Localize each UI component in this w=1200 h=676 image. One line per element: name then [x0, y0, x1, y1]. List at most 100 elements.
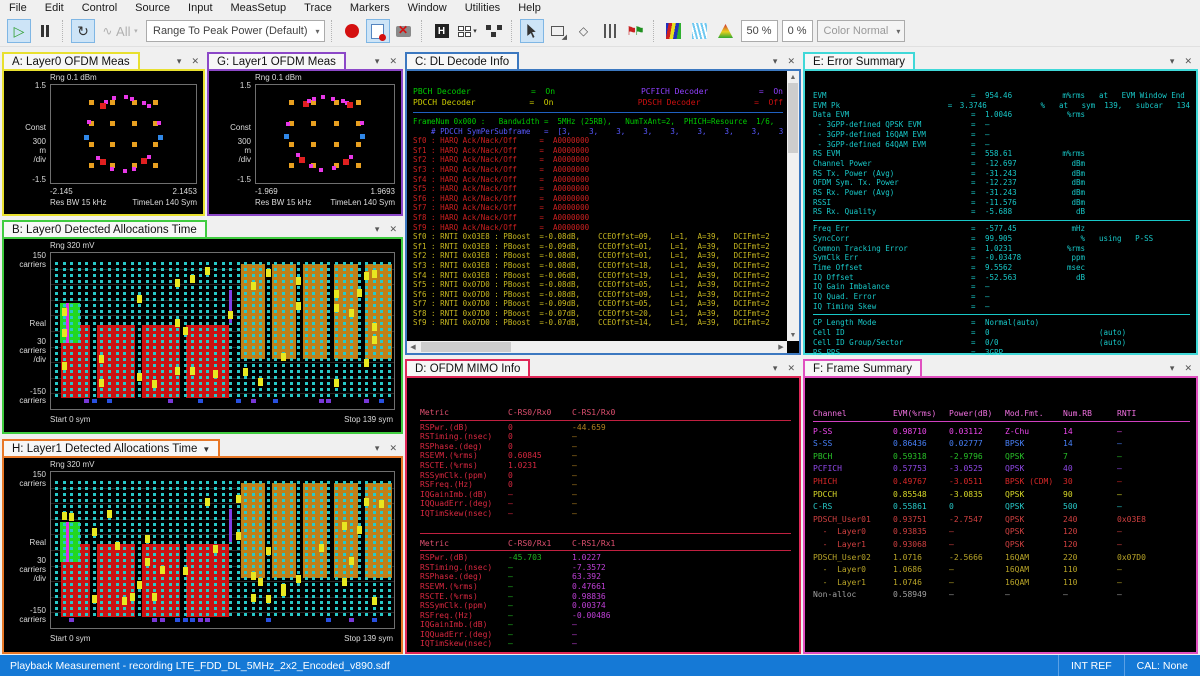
metric-unit — [1043, 318, 1085, 328]
panel-c-tab[interactable]: C: DL Decode Info — [405, 52, 519, 69]
res-bw-label: Res BW 15 kHz — [255, 198, 311, 207]
menu-item-markers[interactable]: Markers — [341, 0, 399, 16]
panel-g-header[interactable]: G: Layer1 OFDM Meas ▾ ✕ — [207, 49, 403, 69]
panel-d-close-button[interactable]: ✕ — [787, 364, 795, 373]
harq-line: Sf1 : HARQ Ack/Nack/Off = A0000000 — [413, 146, 783, 156]
constellation-plot[interactable] — [255, 84, 395, 184]
cumulative-history-button[interactable] — [714, 19, 738, 43]
menu-item-trace[interactable]: Trace — [295, 0, 341, 16]
panel-e-tab[interactable]: E: Error Summary — [803, 52, 915, 69]
panel-c-header[interactable]: C: DL Decode Info ▾ ✕ — [405, 49, 801, 69]
crs-stripe — [55, 262, 58, 399]
panel-d-minimize-button[interactable]: ▾ — [773, 364, 778, 373]
menu-item-file[interactable]: File — [0, 0, 36, 16]
panel-a-tab[interactable]: A: Layer0 OFDM Meas — [2, 52, 140, 69]
y-axis-top-unit: carriers — [6, 479, 46, 488]
overlap-box[interactable]: 0 % — [782, 20, 813, 42]
allocations-plot[interactable] — [50, 471, 395, 629]
panel-b-tab[interactable]: B: Layer0 Detected Allocations Time — [2, 220, 207, 237]
channel-cell: 16QAM — [1005, 577, 1063, 590]
panel-f-minimize-button[interactable]: ▾ — [1170, 364, 1175, 373]
mimo-table-row: RSPhase.(deg)0— — [420, 442, 791, 452]
panel-e-close-button[interactable]: ✕ — [1184, 57, 1192, 66]
allocations-plot[interactable] — [50, 252, 395, 410]
panel-h-tab[interactable]: H: Layer1 Detected Allocations Time▼ — [2, 439, 220, 456]
menu-item-control[interactable]: Control — [73, 0, 126, 16]
transparency-box[interactable]: 50 % — [741, 20, 778, 42]
spectrogram-button[interactable] — [662, 19, 686, 43]
panel-b-minimize-button[interactable]: ▾ — [375, 225, 380, 234]
horizontal-scrollbar[interactable]: ◀ ▶ — [407, 341, 787, 353]
panel-a-close-button[interactable]: ✕ — [191, 57, 199, 66]
metric-extra: using P-SS — [1099, 234, 1153, 244]
metric-value: -7.3572 — [572, 563, 606, 573]
record-button[interactable] — [340, 19, 364, 43]
constellation-plot[interactable] — [50, 84, 197, 184]
menu-item-help[interactable]: Help — [509, 0, 550, 16]
panel-e-header[interactable]: E: Error Summary ▾ ✕ — [803, 49, 1198, 69]
layout-button[interactable]: ▾ — [456, 19, 480, 43]
panel-h-minimize-button[interactable]: ▾ — [375, 444, 380, 453]
res-bw-label: Res BW 15 kHz — [50, 198, 106, 207]
crs-stripe — [100, 481, 103, 618]
hardware-button[interactable]: H — [430, 19, 454, 43]
scroll-down-icon[interactable]: ▼ — [787, 329, 799, 341]
panel-h-dropdown-icon[interactable]: ▼ — [202, 445, 210, 454]
scroll-up-icon[interactable]: ▲ — [787, 71, 799, 83]
panel-b-close-button[interactable]: ✕ — [389, 225, 397, 234]
band-marker-button[interactable] — [598, 19, 622, 43]
panel-c-minimize-button[interactable]: ▾ — [773, 57, 778, 66]
pause-button[interactable] — [33, 19, 57, 43]
panel-f-header[interactable]: F: Frame Summary ▾ ✕ — [803, 356, 1198, 376]
marker-flags-button[interactable]: ⚑⚑ — [624, 19, 648, 43]
metric-unit — [1043, 338, 1085, 348]
mimo-table-row: RSSymClk.(ppm)0— — [420, 471, 791, 481]
menu-item-meassetup[interactable]: MeasSetup — [222, 0, 296, 16]
crs-stripe — [312, 481, 315, 618]
panel-a-header[interactable]: A: Layer0 OFDM Meas ▾ ✕ — [2, 49, 205, 69]
menu-item-input[interactable]: Input — [179, 0, 221, 16]
select-tool-button[interactable] — [520, 19, 544, 43]
pdcch-marker — [190, 275, 195, 283]
zoom-select-button[interactable] — [546, 19, 570, 43]
panel-d-tab[interactable]: D: OFDM MIMO Info — [405, 359, 530, 376]
waterfall-button[interactable] — [688, 19, 712, 43]
menu-item-window[interactable]: Window — [399, 0, 456, 16]
panel-f-close-button[interactable]: ✕ — [1184, 364, 1192, 373]
recording-playback-button[interactable] — [366, 19, 390, 43]
channel-cell: -3.0525 — [949, 463, 1005, 476]
panel-g-tab[interactable]: G: Layer1 OFDM Meas — [207, 52, 346, 69]
range-selector-dropdown[interactable]: Range To Peak Power (Default) — [146, 20, 325, 42]
stop-recording-button[interactable] — [392, 19, 416, 43]
pdcch-marker — [334, 304, 339, 312]
menu-item-utilities[interactable]: Utilities — [456, 0, 509, 16]
panel-d-header[interactable]: D: OFDM MIMO Info ▾ ✕ — [405, 356, 801, 376]
coupling-button[interactable] — [482, 19, 506, 43]
menu-item-source[interactable]: Source — [126, 0, 179, 16]
panel-b-header[interactable]: B: Layer0 Detected Allocations Time ▾ ✕ — [2, 217, 403, 237]
color-mode-dropdown[interactable]: Color Normal — [817, 20, 906, 42]
crs-stripe — [305, 262, 308, 399]
restart-button[interactable]: ↻ — [71, 19, 95, 43]
vertical-scrollbar[interactable]: ▲ ▼ — [787, 71, 799, 341]
panel-g-close-button[interactable]: ✕ — [389, 57, 397, 66]
scroll-left-icon[interactable]: ◀ — [407, 341, 419, 353]
panel-e-minimize-button[interactable]: ▾ — [1170, 57, 1175, 66]
panel-h-close-button[interactable]: ✕ — [389, 444, 397, 453]
channel-cell: 0.93751 — [893, 514, 949, 527]
scrollbar-thumb[interactable] — [421, 342, 511, 352]
marker-button[interactable]: ◇ — [572, 19, 596, 43]
pdcch-marker — [379, 500, 384, 508]
scroll-right-icon[interactable]: ▶ — [775, 341, 787, 353]
panel-c-close-button[interactable]: ✕ — [787, 57, 795, 66]
panel-g-minimize-button[interactable]: ▾ — [375, 57, 380, 66]
panel-f-tab[interactable]: F: Frame Summary — [803, 359, 922, 376]
panel-h-header[interactable]: H: Layer1 Detected Allocations Time▼ ▾ ✕ — [2, 436, 403, 456]
scrollbar-thumb[interactable] — [788, 83, 798, 153]
play-button[interactable]: ▷ — [7, 19, 31, 43]
metric-label: SyncCorr — [813, 234, 971, 244]
pdcch-marker — [281, 584, 286, 592]
channel-row: Non-alloc0.58949———— — [813, 589, 1190, 602]
panel-a-minimize-button[interactable]: ▾ — [177, 57, 182, 66]
menu-item-edit[interactable]: Edit — [36, 0, 73, 16]
